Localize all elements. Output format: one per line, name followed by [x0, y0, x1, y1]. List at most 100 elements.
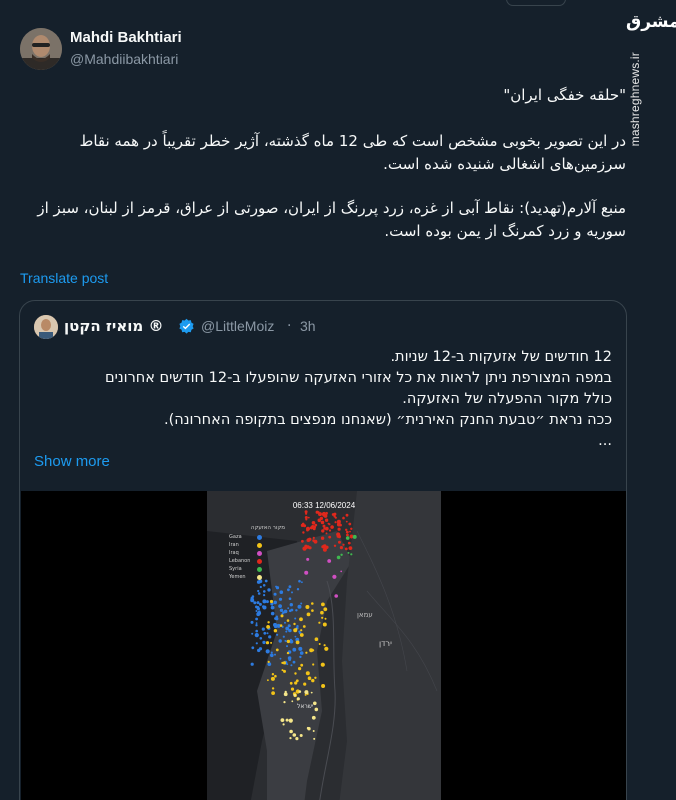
alarm-dot: [285, 718, 289, 722]
alarm-dot: [299, 633, 304, 637]
alarm-dot: [345, 513, 349, 517]
alarm-dot: [321, 602, 325, 607]
alarm-dot: [287, 607, 290, 610]
alarm-dot: [340, 570, 343, 573]
alarm-dot: [267, 679, 269, 682]
quoted-author-avatar[interactable]: [34, 315, 58, 339]
alarm-dot: [306, 726, 310, 730]
alarm-dot: [256, 606, 260, 609]
post-paragraph-title: "حلقه خفگی ایران": [503, 86, 626, 104]
alarm-dot: [352, 534, 357, 539]
alarm-dot: [294, 681, 298, 685]
alarm-dot: [292, 733, 297, 737]
quoted-author-handle[interactable]: @LittleMoiz: [201, 318, 274, 334]
alarm-dot: [274, 617, 277, 620]
alarm-dot: [305, 605, 310, 609]
alarm-dot: [303, 524, 307, 528]
alarm-dot: [308, 546, 312, 550]
alarm-dot: [320, 662, 325, 667]
alarm-dot: [306, 528, 309, 532]
alarm-dot: [339, 546, 343, 550]
alarm-dot: [289, 681, 293, 685]
alarm-dot: [256, 601, 260, 605]
quoted-post-time[interactable]: 3h: [300, 318, 316, 334]
alarm-dot: [274, 653, 276, 656]
alarm-dot: [255, 624, 258, 627]
alarm-dot: [301, 581, 303, 584]
alarm-dot: [300, 663, 304, 667]
alarm-dot: [288, 718, 293, 723]
alarm-dot: [267, 660, 270, 663]
alarm-dot: [301, 539, 304, 543]
alarm-dot: [254, 633, 259, 638]
alarm-dot: [284, 621, 286, 624]
alarm-dot: [283, 701, 286, 704]
alarm-dot: [276, 633, 279, 636]
alarm-dot: [311, 678, 315, 683]
author-name[interactable]: Mahdi Bakhtiari: [70, 29, 182, 46]
author-avatar[interactable]: [20, 28, 62, 70]
alarm-dot: [314, 707, 319, 712]
alarm-dot: [298, 667, 302, 671]
alarm-dot: [304, 570, 309, 575]
alarm-dot: [291, 591, 293, 594]
alarm-dot: [293, 622, 296, 626]
alarm-dot: [300, 602, 303, 605]
alarm-dot: [251, 632, 254, 635]
alarm-dot: [294, 672, 297, 675]
alarm-dot: [294, 635, 297, 638]
quoted-video[interactable]: 06:33 12/06/2024 מקור האזעקה Gaza Iran I…: [21, 491, 626, 800]
legend-item: Iraq: [225, 550, 285, 558]
alarm-dot: [321, 511, 327, 517]
alarm-dot: [278, 604, 282, 608]
alarm-dot: [299, 655, 302, 659]
alarm-dot: [291, 700, 294, 703]
alarm-dot: [289, 737, 292, 740]
alarm-dot: [273, 600, 277, 605]
quoted-author-name[interactable]: מואיז הקטן ®: [64, 317, 164, 335]
legend-item: Gaza: [225, 534, 285, 542]
alarm-dot: [313, 737, 316, 740]
alarm-dot: [347, 541, 351, 545]
alarm-dot: [255, 610, 258, 612]
alarm-dot: [345, 530, 349, 534]
alarm-dot: [265, 649, 270, 654]
watermark: مشرق mashreghnews.ir: [624, 10, 676, 146]
alarm-dot: [305, 671, 310, 676]
translate-post-link[interactable]: Translate post: [20, 270, 108, 286]
alarm-dot: [286, 645, 288, 648]
alarm-dot: [267, 588, 271, 592]
alarm-dot: [281, 669, 284, 672]
alarm-dot: [297, 604, 302, 609]
quoted-post[interactable]: מואיז הקטן ® @LittleMoiz · 3h 12 חודשים …: [19, 300, 627, 800]
post-paragraph: منبع آلارم(تهدید): نقاط آبی از غزه، زرد …: [37, 199, 626, 240]
alarm-dot: [270, 651, 273, 654]
alarm-dot: [275, 648, 279, 652]
alarm-dot: [327, 522, 330, 525]
alarm-dot: [270, 653, 274, 658]
author-handle[interactable]: @Mahdiibakhtiari: [70, 51, 178, 67]
alarm-dot: [259, 585, 262, 589]
alarm-dot: [322, 547, 327, 552]
header-separator: ·: [287, 318, 292, 334]
alarm-dot: [271, 673, 275, 676]
alarm-dot: [290, 687, 295, 691]
previous-post-button-edge[interactable]: [506, 0, 566, 6]
alarm-dot: [287, 588, 290, 592]
map-timestamp: 06:33 12/06/2024: [292, 501, 356, 510]
alarm-dot: [251, 646, 255, 650]
alarm-dot: [293, 693, 297, 697]
alarm-dot: [311, 602, 314, 605]
alarm-dot: [345, 528, 348, 531]
legend-dot: [257, 559, 262, 564]
alarm-dot: [290, 664, 293, 667]
alarm-dot: [312, 663, 315, 666]
alarm-dot: [345, 520, 348, 523]
alarm-dot: [323, 607, 328, 612]
alarm-dot: [255, 642, 258, 645]
alarm-dot: [311, 609, 314, 612]
legend-item: Syria: [225, 566, 285, 574]
show-more-link[interactable]: Show more: [34, 453, 110, 470]
alarm-dot: [324, 617, 327, 620]
legend-dot: [257, 575, 262, 580]
